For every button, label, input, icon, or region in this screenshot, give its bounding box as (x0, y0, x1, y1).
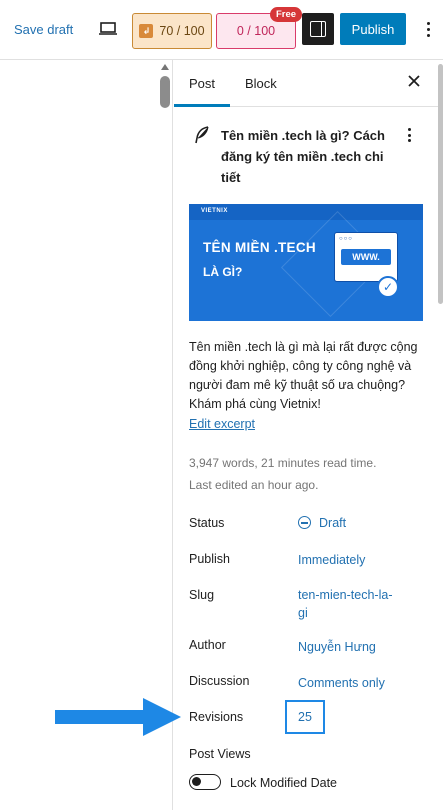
active-tab-indicator (174, 104, 230, 107)
settings-sidebar-toggle-button[interactable] (302, 13, 334, 45)
sidebar-tabs: Post Block (174, 60, 443, 107)
post-excerpt: Tên miền .tech là gì mà lại rất được cộn… (189, 340, 418, 411)
checkmark-icon: ✓ (377, 276, 399, 298)
post-views-label: Post Views (189, 747, 251, 761)
lock-modified-date-label: Lock Modified Date (230, 776, 338, 790)
image-brand-text: VIETNIX (201, 208, 228, 214)
lock-modified-date-toggle[interactable] (189, 774, 221, 790)
publish-date-value[interactable]: Immediately (298, 551, 365, 569)
publish-button[interactable]: Publish (340, 13, 406, 45)
close-icon[interactable] (405, 72, 423, 90)
author-value[interactable]: Nguyễn Hưng (298, 638, 376, 656)
readability-score-value: 0 / 100 (236, 24, 276, 38)
post-stats: 3,947 words, 21 minutes read time. Last … (189, 452, 429, 496)
revisions-label: Revisions (189, 710, 244, 724)
feather-post-icon (195, 126, 209, 144)
featured-image[interactable]: VIETNIX TÊN MIỀN .TECH LÀ GÌ? ○○○ WWW. ✓ (189, 204, 423, 321)
save-draft-button[interactable]: Save draft (14, 22, 73, 37)
preview-laptop-icon[interactable] (98, 20, 118, 38)
tab-block[interactable]: Block (245, 76, 277, 91)
more-options-icon[interactable] (420, 16, 436, 42)
post-title: Tên miền .tech là gì? Cách đăng ký tên m… (221, 128, 385, 185)
word-count-text: 3,947 words, 21 minutes read time. (189, 456, 377, 470)
status-label: Status (189, 516, 225, 530)
revisions-count-button[interactable]: 25 (285, 700, 325, 734)
discussion-label: Discussion (189, 674, 250, 688)
sidebar-scrollbar-thumb[interactable] (438, 64, 443, 304)
browser-window-illustration: ○○○ WWW. (334, 232, 398, 282)
annotation-arrow-icon (55, 698, 181, 736)
image-headline-line1: TÊN MIỀN .TECH (203, 240, 316, 255)
revisions-count: 25 (298, 710, 312, 724)
post-actions-more-icon[interactable] (403, 128, 415, 144)
slug-value[interactable]: ten-mien-tech-la-gi (298, 586, 393, 622)
seo-score-icon: ↲ (139, 24, 154, 38)
draft-status-icon (298, 516, 311, 529)
settings-sidebar: Post Block Tên miền .tech là gì? Cách đă… (174, 60, 443, 810)
discussion-value[interactable]: Comments only (298, 674, 385, 692)
free-badge: Free (270, 7, 303, 22)
publish-label: Publish (189, 552, 230, 566)
top-toolbar: Save draft ↲ 70 / 100 0 / 100 Free Publi… (0, 0, 443, 60)
last-edited-text: Last edited an hour ago. (189, 478, 319, 492)
sidebar-panel-icon (310, 21, 326, 37)
seo-score-value: 70 / 100 (159, 24, 205, 38)
toggle-knob (192, 777, 201, 786)
seo-score-button[interactable]: ↲ 70 / 100 (132, 13, 212, 49)
status-value[interactable]: Draft (298, 514, 346, 532)
tab-post[interactable]: Post (189, 76, 215, 91)
edit-excerpt-link[interactable]: Edit excerpt (189, 417, 255, 431)
image-headline-line2: LÀ GÌ? (203, 265, 243, 279)
scroll-up-arrow-icon[interactable] (161, 64, 169, 70)
www-text: WWW. (341, 249, 391, 265)
slug-label: Slug (189, 588, 215, 602)
editor-scrollbar-thumb[interactable] (160, 76, 170, 108)
author-label: Author (189, 638, 226, 652)
